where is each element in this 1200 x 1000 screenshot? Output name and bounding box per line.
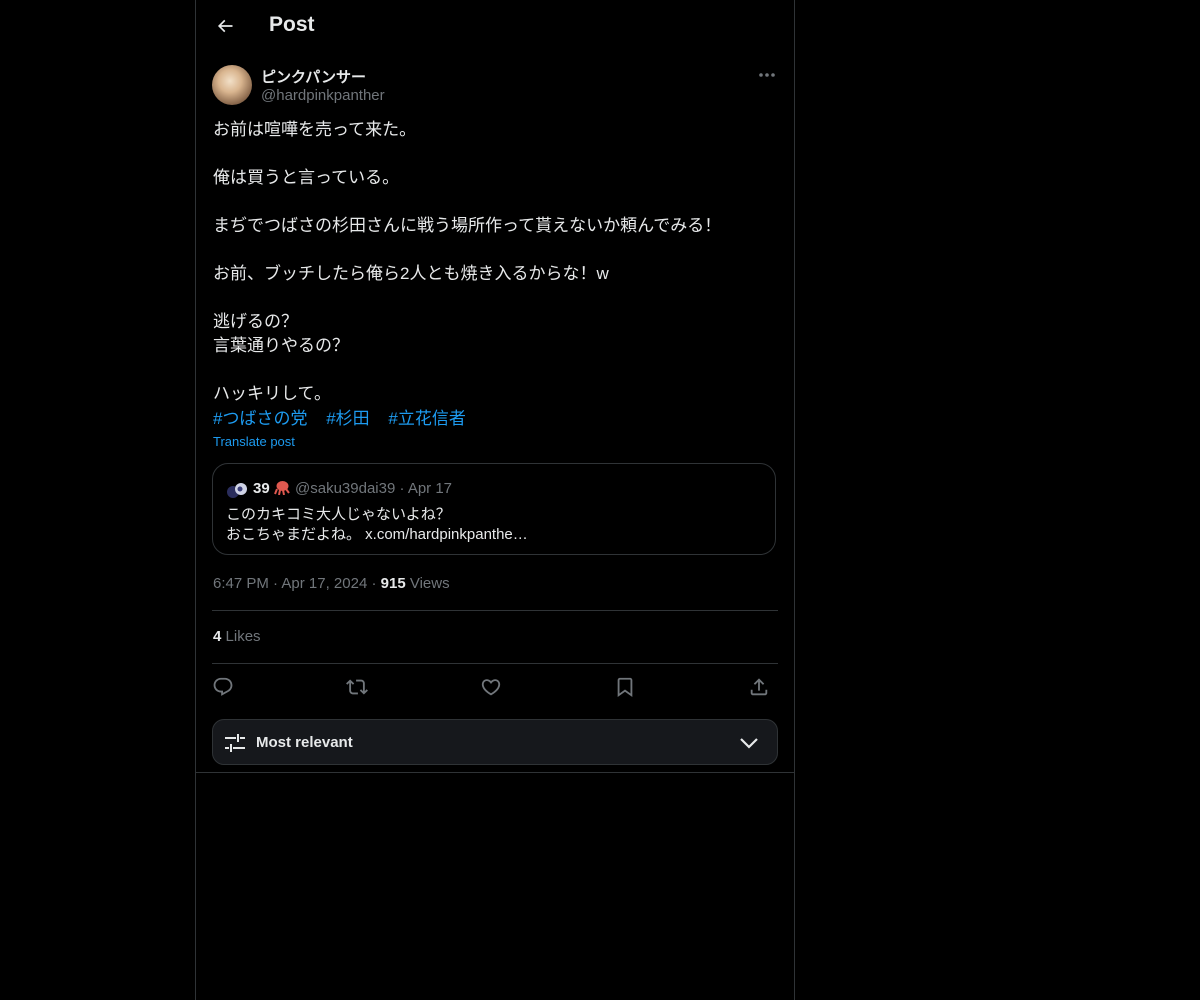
post-text: お前は喧嘩を売って来た。 ​ 俺は買うと言っている。 ​ まぢでつばさの杉田さん… bbox=[213, 118, 778, 406]
divider bbox=[212, 663, 778, 664]
views-label: Views bbox=[409, 575, 450, 592]
hashtag-link[interactable]: #立花信者 bbox=[388, 409, 465, 428]
repost-button[interactable] bbox=[342, 672, 372, 702]
quote-text: このカキコミ大人じゃないよね？ おこちゃまだよね。 x.com/hardpink… bbox=[226, 505, 528, 545]
quote-line: このカキコミ大人じゃないよね？ bbox=[226, 506, 451, 523]
post-line: まぢでつばさの杉田さんに戦う場所作って貰えないか頼んでみる！ bbox=[213, 216, 722, 235]
likes-label: Likes bbox=[225, 628, 261, 645]
repost-icon bbox=[346, 679, 368, 695]
hashtag-row: #つばさの党 #杉田 #立花信者 bbox=[213, 407, 480, 431]
quote-line: おこちゃまだよね。 x.com/hardpinkpanthe… bbox=[226, 526, 528, 543]
post-line: お前、ブッチしたら俺ら2人とも焼き入るからな！w bbox=[213, 264, 609, 283]
share-icon bbox=[750, 678, 768, 696]
separator-dot: · bbox=[371, 575, 381, 592]
post-date[interactable]: Apr 17, 2024 bbox=[281, 575, 367, 592]
action-bar bbox=[212, 672, 778, 702]
post-meta: 6:47 PM · Apr 17, 2024 · 915 Views bbox=[213, 575, 450, 592]
post-line: 言葉通りやるの？ bbox=[213, 336, 349, 355]
divider bbox=[212, 610, 778, 611]
post-line: ハッキリして。 bbox=[213, 384, 331, 403]
quote-handle: @saku39dai39 bbox=[295, 480, 396, 497]
header: Post bbox=[196, 0, 794, 53]
bookmark-icon bbox=[617, 677, 633, 698]
separator-dot: · bbox=[399, 480, 408, 497]
likes-count: 4 bbox=[213, 628, 222, 645]
more-button[interactable] bbox=[756, 66, 778, 84]
sort-replies-dropdown[interactable]: Most relevant bbox=[212, 719, 778, 765]
post-line: ​ bbox=[213, 142, 778, 166]
quote-author-name: 39 bbox=[253, 480, 291, 497]
reply-button[interactable] bbox=[208, 672, 238, 702]
quote-meta: @saku39dai39 · Apr 17 bbox=[295, 480, 452, 497]
reply-icon bbox=[213, 677, 233, 696]
author-handle[interactable]: @hardpinkpanther bbox=[261, 87, 385, 104]
page-title: Post bbox=[269, 13, 315, 36]
quote-date: Apr 17 bbox=[407, 480, 453, 497]
octopus-emoji-icon bbox=[273, 481, 290, 496]
post-line: ​ bbox=[213, 238, 778, 262]
chevron-down-icon bbox=[740, 738, 758, 749]
sliders-icon bbox=[225, 734, 245, 752]
hashtag-link[interactable]: #つばさの党 bbox=[213, 409, 307, 428]
divider bbox=[196, 772, 794, 773]
quote-name-text: 39 bbox=[253, 480, 270, 497]
like-button[interactable] bbox=[476, 672, 506, 702]
share-button[interactable] bbox=[744, 672, 774, 702]
quote-avatar-icon bbox=[227, 483, 247, 498]
post-line: 逃げるの？ bbox=[213, 312, 298, 331]
post-time[interactable]: 6:47 PM bbox=[213, 575, 269, 592]
bookmark-button[interactable] bbox=[610, 672, 640, 702]
main-column: Post ピンクパンサー @hardpinkpanther お前は喧嘩を売って来… bbox=[195, 0, 795, 1000]
views-count: 915 bbox=[380, 575, 406, 592]
translate-post-link[interactable]: Translate post bbox=[213, 434, 295, 449]
post-line: ​ bbox=[213, 358, 778, 382]
author-name[interactable]: ピンクパンサー bbox=[261, 66, 366, 87]
heart-icon bbox=[481, 679, 501, 696]
post-line: ​ bbox=[213, 286, 778, 310]
likes-link[interactable]: 4 Likes bbox=[213, 628, 261, 645]
back-button[interactable] bbox=[208, 9, 242, 43]
post-line: 俺は買うと言っている。 bbox=[213, 168, 400, 187]
quoted-post[interactable]: 39 @saku39dai39 · Apr 17 このカキコミ大人じゃないよね？… bbox=[212, 463, 776, 555]
arrow-left-icon bbox=[217, 19, 233, 33]
post-line: ​ bbox=[213, 190, 778, 214]
avatar[interactable] bbox=[212, 65, 252, 105]
sort-label: Most relevant bbox=[256, 734, 353, 751]
more-horizontal-icon bbox=[759, 73, 775, 77]
post-line: お前は喧嘩を売って来た。 bbox=[213, 120, 417, 139]
hashtag-link[interactable]: #杉田 bbox=[326, 409, 369, 428]
